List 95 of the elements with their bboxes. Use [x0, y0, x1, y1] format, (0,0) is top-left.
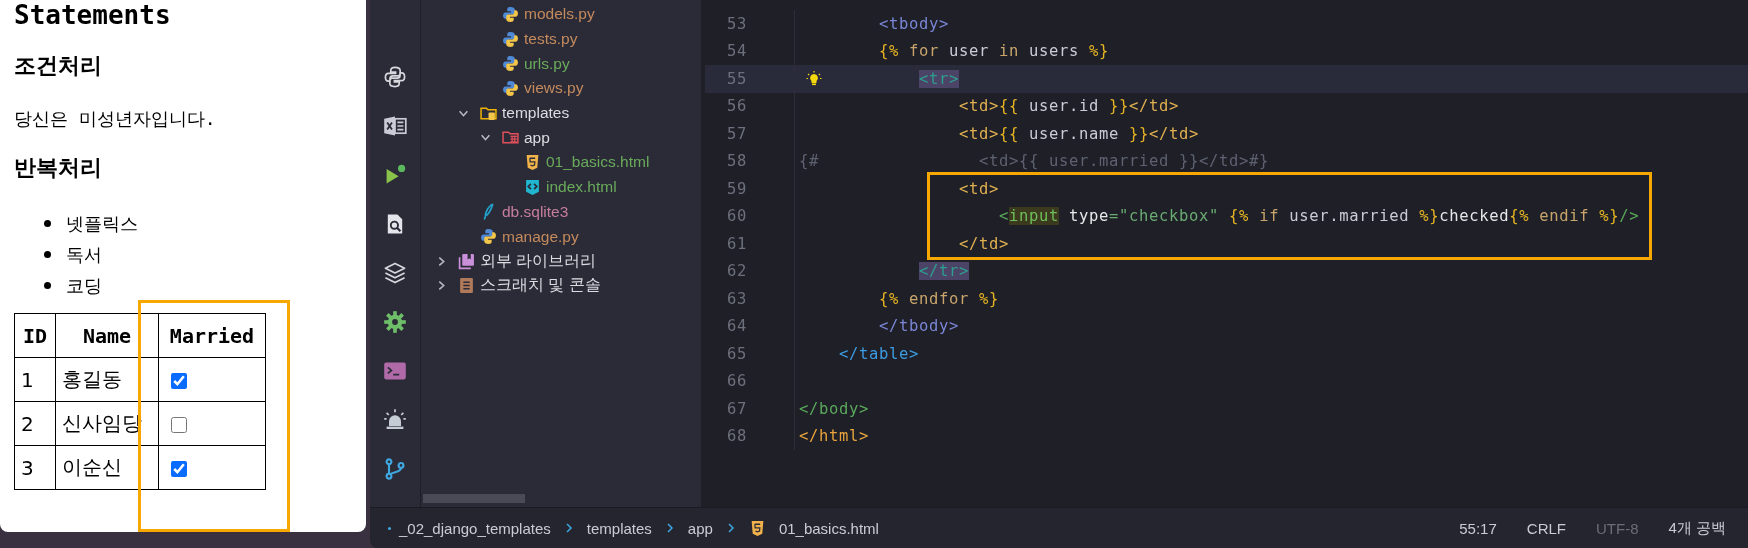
html5-file-icon: [524, 153, 541, 171]
tree-item[interactable]: db.sqlite3: [502, 202, 569, 221]
code-line: </tbody>: [878, 317, 960, 336]
paragraph: 당신은 미성년자입니다.: [14, 107, 217, 131]
folder-icon: [480, 104, 497, 122]
chevron-icon: [726, 522, 735, 534]
code-line: {% endfor %}: [878, 289, 1000, 308]
line-number: 59: [726, 179, 747, 198]
folder-icon: [502, 129, 519, 147]
python-file-icon: [480, 228, 497, 246]
python-file-icon: [502, 30, 519, 48]
table-cell: 이순신: [55, 445, 159, 490]
chevron-icon: [665, 522, 674, 534]
branch-icon[interactable]: [383, 457, 407, 481]
python-file-icon: [502, 5, 519, 23]
tree-item[interactable]: app: [524, 128, 550, 147]
code-line: <td>{{ user.name }}</td>: [958, 124, 1200, 143]
list-item: 독서: [66, 243, 102, 267]
tree-item[interactable]: urls.py: [524, 54, 570, 73]
tree-item[interactable]: manage.py: [502, 227, 579, 246]
scrollbar[interactable]: [423, 494, 525, 503]
checkbox[interactable]: [171, 417, 187, 433]
python-file-icon: [502, 79, 519, 97]
section-heading: 조건처리: [14, 52, 103, 80]
chevron-icon: [564, 522, 573, 534]
page-heading: Statements: [14, 0, 172, 30]
line-number: 66: [726, 372, 747, 391]
dot-icon: [388, 526, 391, 530]
code-line: <tbody>: [878, 14, 950, 33]
tree-item[interactable]: views.py: [524, 79, 584, 98]
python-icon[interactable]: [383, 65, 407, 89]
line-number: 64: [726, 317, 747, 336]
line-number: 57: [726, 124, 747, 143]
column-header: Name: [55, 313, 159, 358]
chevron-icon[interactable]: [480, 132, 491, 144]
line-number: 61: [726, 234, 747, 253]
status-item[interactable]: 55:17: [1459, 519, 1497, 537]
breadcrumb[interactable]: templates: [586, 519, 652, 537]
code-line: {% for user in users %}: [878, 42, 1110, 61]
line-number: 65: [726, 344, 747, 363]
tree-item[interactable]: 외부 라이브러리: [480, 250, 597, 272]
code-line: <td>: [958, 179, 1000, 198]
layers-icon[interactable]: [383, 261, 407, 285]
table-cell: 1: [14, 357, 56, 402]
chevron-icon[interactable]: [436, 255, 447, 267]
breadcrumb[interactable]: 01_basics.html: [778, 519, 879, 537]
lightbulb-icon[interactable]: [806, 71, 822, 87]
line-number: 63: [726, 289, 747, 308]
python-file-icon: [502, 55, 519, 73]
line-number: 62: [726, 262, 747, 281]
code-file-icon: [524, 178, 541, 196]
scratch-file-icon: [458, 277, 475, 295]
code-line: <td>{{ user.id }}</td>: [958, 97, 1180, 116]
code-line: <input type="checkbox" {% if user.married %}checked{% endif %}/>: [998, 207, 1640, 226]
tree-item[interactable]: 01_basics.html: [546, 153, 650, 172]
settings-icon[interactable]: [383, 310, 407, 334]
table-cell: 3: [14, 445, 56, 490]
library-icon: [458, 252, 475, 270]
code-line: </body>: [799, 399, 869, 418]
line-number: 58: [726, 152, 747, 171]
bullet-icon: [44, 282, 51, 289]
line-number: 68: [726, 427, 747, 446]
alarm-light-icon[interactable]: [383, 408, 407, 432]
line-number: 67: [726, 399, 747, 418]
line-number: 60: [726, 207, 747, 226]
line-number: 56: [726, 97, 747, 116]
tree-item[interactable]: models.py: [524, 5, 595, 24]
checkbox[interactable]: [171, 373, 187, 389]
spreadsheet-icon[interactable]: [383, 114, 407, 138]
tree-item[interactable]: templates: [502, 104, 570, 123]
table-cell: 2: [14, 401, 56, 446]
section-heading: 반복처리: [14, 154, 103, 182]
code-line: {# <td>{{ user.married }}</td>#}: [799, 152, 1270, 171]
code-line: </table>: [838, 344, 920, 363]
status-item[interactable]: 4개 공백: [1668, 518, 1726, 538]
code-line: </td>: [958, 234, 1010, 253]
bullet-icon: [44, 251, 51, 258]
code-line: </html>: [799, 427, 869, 446]
breadcrumb[interactable]: _02_django_templates: [399, 519, 551, 537]
chevron-icon[interactable]: [436, 280, 447, 292]
tree-item[interactable]: index.html: [546, 178, 617, 197]
checkbox[interactable]: [171, 461, 187, 477]
tree-item[interactable]: tests.py: [524, 30, 578, 49]
line-number: 55: [726, 69, 747, 88]
breadcrumb[interactable]: app: [687, 519, 713, 537]
line-number: 54: [726, 42, 747, 61]
column-header: ID: [14, 313, 56, 358]
list-item: 코딩: [66, 274, 102, 298]
bullet-icon: [44, 220, 51, 227]
table-cell: 홍길동: [55, 357, 159, 402]
tree-item[interactable]: 스크래치 및 콘솔: [480, 275, 601, 297]
list-item: 넷플릭스: [66, 212, 138, 236]
status-item[interactable]: CRLF: [1526, 519, 1566, 537]
column-header: Married: [158, 313, 266, 358]
line-number: 53: [726, 14, 747, 33]
